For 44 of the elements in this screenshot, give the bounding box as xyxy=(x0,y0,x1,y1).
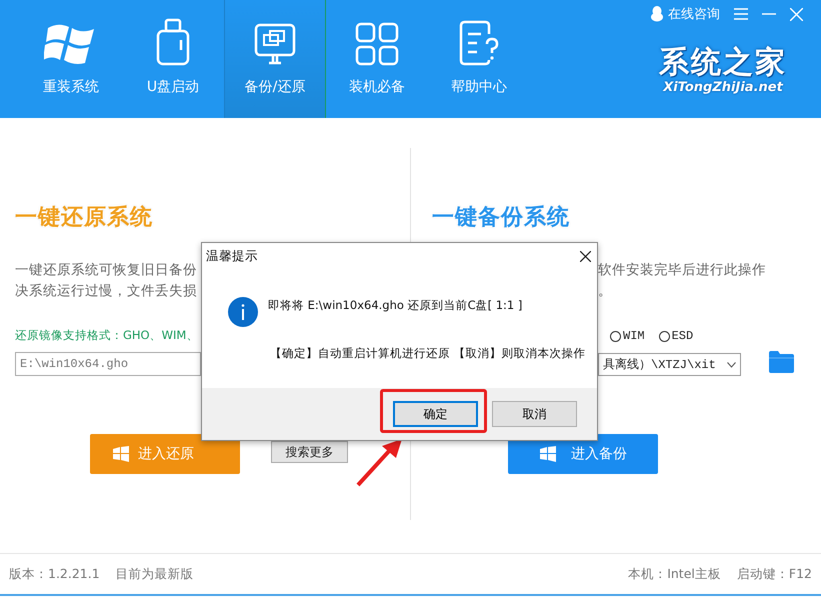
menu-icon[interactable] xyxy=(734,8,748,20)
description-text: 。 xyxy=(598,282,612,301)
update-status: 目前为最新版 xyxy=(116,566,194,582)
description-text: 一键还原系统可恢复旧日备份 xyxy=(15,261,197,280)
monitor-icon xyxy=(253,22,297,66)
section-title: 一键还原系统 xyxy=(15,204,153,232)
nav-tab[interactable]: 备份/还原 xyxy=(224,0,326,118)
formats-label: 还原镜像支持格式：GHO、WIM、 xyxy=(15,328,198,343)
format-radio[interactable]: ESD xyxy=(658,329,694,343)
minimize-icon[interactable] xyxy=(762,13,776,15)
path-field[interactable]: E:\win10x64.gho xyxy=(15,352,201,376)
description-text: 软件安装完毕后进行此操作 xyxy=(598,261,766,280)
windows-icon xyxy=(112,446,130,462)
nav-tab[interactable]: 帮助中心 xyxy=(428,0,530,118)
board-text: 本机：Intel主板 xyxy=(628,566,721,582)
logo-title: 系统之家 xyxy=(659,46,787,80)
apps-grid-icon xyxy=(355,22,399,66)
info-icon xyxy=(228,297,258,327)
section-title: 一键备份系统 xyxy=(432,204,570,232)
hotkey-text: 启动键：F12 xyxy=(736,566,812,582)
document-question-icon xyxy=(459,20,499,66)
nav-tab[interactable]: 装机必备 xyxy=(326,0,428,118)
dialog-hint: 【确定】自动重启计算机进行还原 【取消】则取消本次操作 xyxy=(270,346,586,361)
dialog-title: 温馨提示 xyxy=(206,248,258,265)
windows-icon xyxy=(539,446,557,462)
nav-tab[interactable]: 重装系统 xyxy=(20,0,122,118)
folder-icon[interactable] xyxy=(769,351,794,373)
dialog-button[interactable]: 取消 xyxy=(492,401,577,427)
dialog-button[interactable]: 确定 xyxy=(393,401,478,427)
search-more-button[interactable]: 搜索更多 xyxy=(271,441,348,463)
backup-button[interactable]: 进入备份 xyxy=(508,434,658,474)
description-text: 决系统运行过慢，文件丢失损 xyxy=(15,282,197,301)
path-dropdown[interactable]: 具离线）\XTZJ\xit xyxy=(598,353,741,376)
usb-drive-icon xyxy=(155,18,191,66)
penguin-icon xyxy=(650,6,664,22)
consult-link[interactable]: 在线咨询 xyxy=(668,5,720,23)
logo-url: XiTongZhiJia.net xyxy=(663,80,783,95)
close-icon[interactable] xyxy=(580,251,591,262)
version-text: 版本：1.2.21.1 xyxy=(9,566,100,582)
dialog-message: 即将将 E:\win10x64.gho 还原到当前C盘[ 1:1 ] xyxy=(268,298,522,313)
chevron-down-icon xyxy=(727,362,736,368)
format-radio[interactable]: WIM xyxy=(610,329,645,343)
nav-tab[interactable]: U盘启动 xyxy=(122,0,224,118)
restore-button[interactable]: 进入还原 xyxy=(90,434,240,474)
